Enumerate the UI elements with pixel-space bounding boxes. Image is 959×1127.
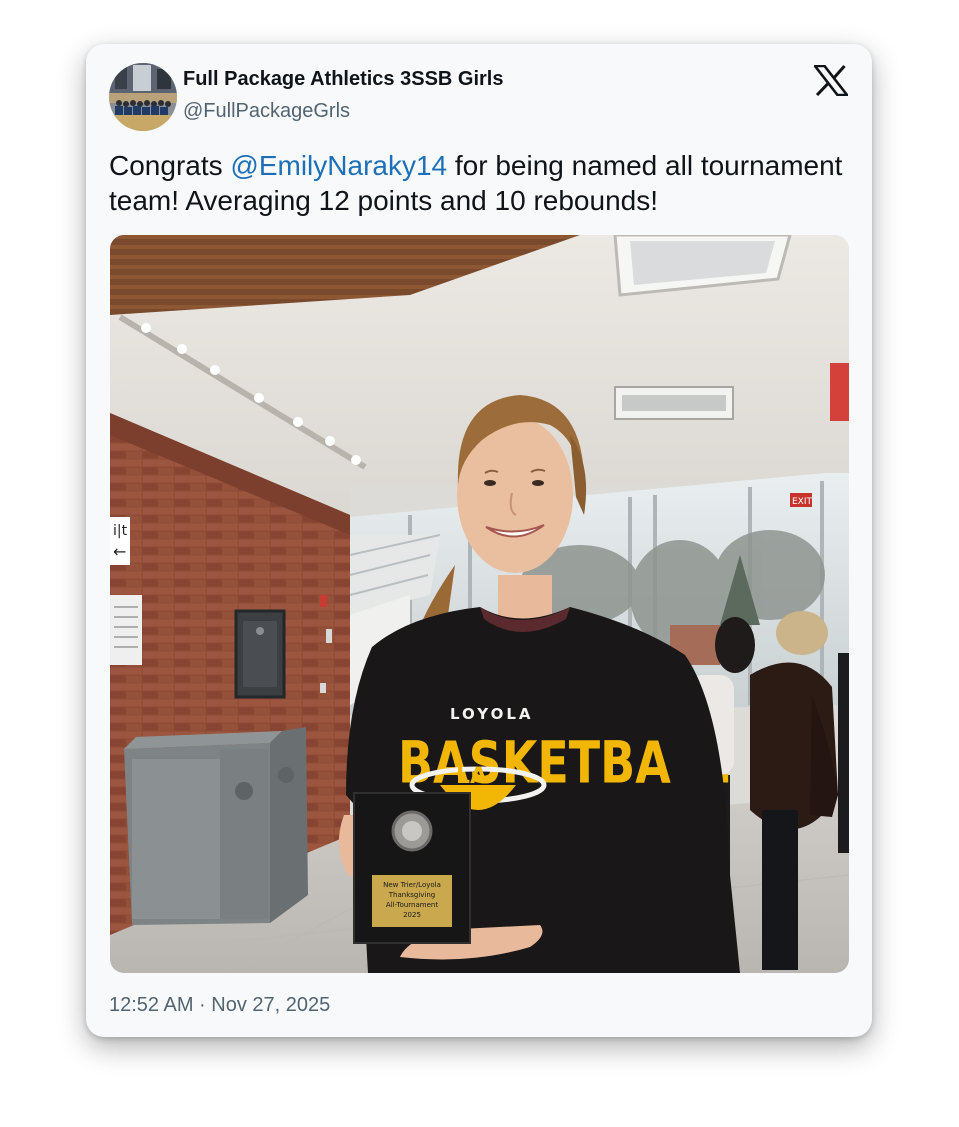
tweet-photo[interactable]: i|t ← EXIT LOYOLA BASKETBALL LA New Trie… [110,235,849,973]
shirt-logo-text: LA [456,764,487,789]
mention-link[interactable]: @EmilyNaraky14 [230,150,447,181]
award-plaque: New Trier/Loyola Thanksgiving All-Tourna… [353,792,471,944]
svg-text:i|t: i|t [113,523,128,539]
tweet-text-start: Congrats [109,150,231,181]
tweet-timestamp[interactable]: 12:52 AM · Nov 27, 2025 [109,994,330,1017]
tweet-card: Full Package Athletics 3SSB Girls @FullP… [86,44,872,1037]
avatar[interactable] [109,63,177,131]
svg-text:←: ← [113,542,126,561]
plaque-line-4: 2025 [403,911,421,919]
tweet-text: Congrats @EmilyNaraky14 for being named … [109,148,849,218]
plaque-line-1: New Trier/Loyola [383,881,441,889]
x-logo-icon[interactable] [812,64,850,97]
shirt-top-text: LOYOLA [450,705,534,723]
player-award-photo: i|t ← EXIT LOYOLA BASKETBALL LA New Trie… [110,235,849,973]
team-photo-avatar-icon [109,63,177,131]
display-name[interactable]: Full Package Athletics 3SSB Girls [183,68,504,91]
exit-sign: EXIT [792,497,813,507]
plaque-line-3: All-Tournament [386,901,438,909]
user-handle[interactable]: @FullPackageGrls [183,100,350,123]
plaque-line-2: Thanksgiving [388,891,436,899]
